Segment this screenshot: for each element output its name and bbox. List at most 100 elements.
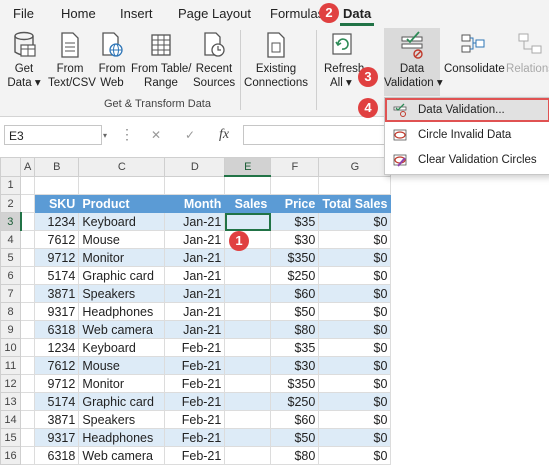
sku-cell[interactable]: 7612 xyxy=(34,230,80,249)
column-title[interactable]: Product xyxy=(78,194,166,213)
sales-cell[interactable] xyxy=(224,302,272,321)
column-header[interactable]: D xyxy=(164,157,226,177)
total-sales-cell[interactable]: $0 xyxy=(318,392,392,411)
product-cell[interactable]: Web camera xyxy=(78,320,166,339)
total-sales-cell[interactable]: $0 xyxy=(318,446,392,465)
total-sales-cell[interactable]: $0 xyxy=(318,284,392,303)
row-header[interactable]: 13 xyxy=(0,392,21,411)
month-cell[interactable]: Feb-21 xyxy=(164,338,226,357)
sales-cell[interactable] xyxy=(224,356,272,375)
from-web-button[interactable]: From Web xyxy=(95,30,129,90)
cell[interactable] xyxy=(19,175,36,195)
month-cell[interactable]: Jan-21 xyxy=(164,320,226,339)
sku-cell[interactable]: 6318 xyxy=(34,320,80,339)
price-cell[interactable]: $80 xyxy=(270,320,320,339)
row-header[interactable]: 1 xyxy=(0,175,21,195)
total-sales-cell[interactable]: $0 xyxy=(318,428,392,447)
cancel-icon[interactable]: ✕ xyxy=(151,128,161,142)
row-header[interactable]: 5 xyxy=(0,248,21,267)
sku-cell[interactable]: 5174 xyxy=(34,392,80,411)
price-cell[interactable]: $50 xyxy=(270,302,320,321)
sales-cell[interactable] xyxy=(224,446,272,465)
cell[interactable] xyxy=(19,338,36,357)
sku-cell[interactable]: 1234 xyxy=(34,338,80,357)
sales-cell[interactable] xyxy=(224,428,272,447)
row-header[interactable]: 12 xyxy=(0,374,21,393)
column-header[interactable]: A xyxy=(19,157,36,177)
tab-home[interactable]: Home xyxy=(61,6,96,21)
price-cell[interactable]: $250 xyxy=(270,392,320,411)
total-sales-cell[interactable]: $0 xyxy=(318,374,392,393)
tab-page-layout[interactable]: Page Layout xyxy=(178,6,251,21)
product-cell[interactable]: Web camera xyxy=(78,446,166,465)
recent-sources-button[interactable]: Recent Sources xyxy=(193,30,235,90)
sku-cell[interactable]: 9712 xyxy=(34,248,80,267)
price-cell[interactable]: $35 xyxy=(270,338,320,357)
price-cell[interactable]: $250 xyxy=(270,266,320,285)
price-cell[interactable]: $350 xyxy=(270,374,320,393)
month-cell[interactable]: Jan-21 xyxy=(164,266,226,285)
cell[interactable] xyxy=(19,284,36,303)
total-sales-cell[interactable]: $0 xyxy=(318,338,392,357)
month-cell[interactable]: Jan-21 xyxy=(164,248,226,267)
sku-cell[interactable]: 9712 xyxy=(34,374,80,393)
cell[interactable] xyxy=(19,212,36,231)
row-header[interactable]: 4 xyxy=(0,230,21,249)
total-sales-cell[interactable]: $0 xyxy=(318,212,392,231)
product-cell[interactable]: Headphones xyxy=(78,302,166,321)
month-cell[interactable]: Jan-21 xyxy=(164,212,226,231)
total-sales-cell[interactable]: $0 xyxy=(318,302,392,321)
row-header[interactable]: 8 xyxy=(0,302,21,321)
cell[interactable] xyxy=(164,175,226,195)
name-box-dropdown-icon[interactable]: ▾ xyxy=(103,131,107,140)
month-cell[interactable]: Jan-21 xyxy=(164,230,226,249)
sales-cell[interactable] xyxy=(224,392,272,411)
function-icon[interactable]: fx xyxy=(219,127,229,143)
sku-cell[interactable]: 5174 xyxy=(34,266,80,285)
product-cell[interactable]: Headphones xyxy=(78,428,166,447)
sales-cell[interactable] xyxy=(224,410,272,429)
product-cell[interactable]: Speakers xyxy=(78,284,166,303)
tab-data[interactable]: Data xyxy=(343,6,371,21)
month-cell[interactable]: Feb-21 xyxy=(164,410,226,429)
sales-cell[interactable] xyxy=(224,284,272,303)
cell[interactable] xyxy=(19,320,36,339)
column-title[interactable]: SKU xyxy=(34,194,80,213)
product-cell[interactable]: Mouse xyxy=(78,230,166,249)
product-cell[interactable]: Mouse xyxy=(78,356,166,375)
cell[interactable] xyxy=(318,175,392,195)
column-header[interactable]: E xyxy=(224,157,272,177)
row-header[interactable]: 10 xyxy=(0,338,21,357)
cell[interactable] xyxy=(19,374,36,393)
refresh-all-button[interactable]: Refresh All ▾ xyxy=(320,30,364,90)
month-cell[interactable]: Feb-21 xyxy=(164,446,226,465)
sales-cell[interactable] xyxy=(224,320,272,339)
tab-formulas[interactable]: Formulas xyxy=(270,6,324,21)
tab-insert[interactable]: Insert xyxy=(120,6,153,21)
cell[interactable] xyxy=(19,356,36,375)
product-cell[interactable]: Keyboard xyxy=(78,212,166,231)
sku-cell[interactable]: 3871 xyxy=(34,410,80,429)
active-cell-e3[interactable] xyxy=(224,212,272,231)
column-title[interactable]: Price xyxy=(270,194,320,213)
row-header[interactable]: 2 xyxy=(0,194,21,213)
sku-cell[interactable]: 6318 xyxy=(34,446,80,465)
cell[interactable] xyxy=(78,175,166,195)
column-title[interactable]: Total Sales xyxy=(318,194,392,213)
column-title[interactable]: Sales xyxy=(224,194,272,213)
name-box[interactable]: E3 xyxy=(4,125,102,145)
cell[interactable] xyxy=(19,266,36,285)
total-sales-cell[interactable]: $0 xyxy=(318,230,392,249)
column-header[interactable]: F xyxy=(270,157,320,177)
total-sales-cell[interactable]: $0 xyxy=(318,248,392,267)
get-data-button[interactable]: Get Data ▾ xyxy=(4,30,44,90)
menu-item-circle-invalid-data[interactable]: Circle Invalid Data xyxy=(385,123,549,147)
price-cell[interactable]: $50 xyxy=(270,428,320,447)
product-cell[interactable]: Monitor xyxy=(78,248,166,267)
relationships-button[interactable]: Relations xyxy=(505,30,549,76)
total-sales-cell[interactable]: $0 xyxy=(318,410,392,429)
month-cell[interactable]: Jan-21 xyxy=(164,284,226,303)
price-cell[interactable]: $35 xyxy=(270,212,320,231)
total-sales-cell[interactable]: $0 xyxy=(318,320,392,339)
sales-cell[interactable] xyxy=(224,248,272,267)
